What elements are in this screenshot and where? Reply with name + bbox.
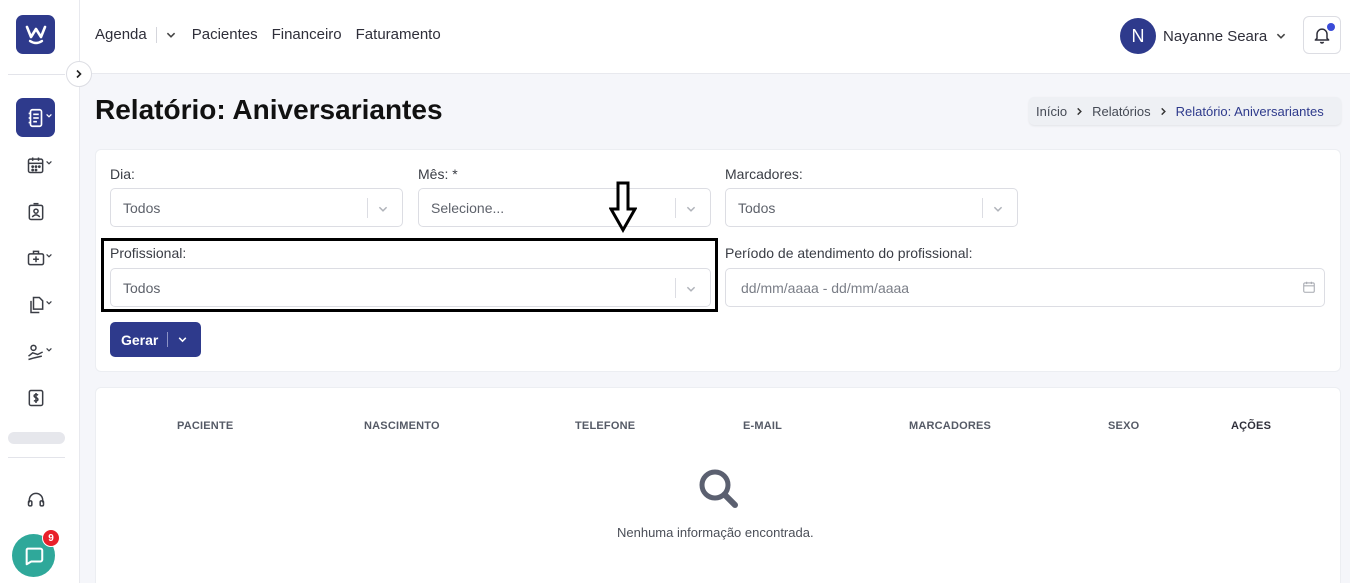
- sidebar-item-support[interactable]: [16, 480, 55, 519]
- select-divider: [367, 198, 368, 218]
- mes-select-placeholder: Selecione...: [431, 200, 505, 216]
- periodo-label: Período de atendimento do profissional:: [725, 245, 973, 261]
- chat-badge-count: 9: [42, 529, 60, 547]
- calendar-icon: [27, 157, 43, 173]
- top-navigation: Agenda Pacientes Financeiro Faturamento: [95, 26, 455, 43]
- page-title: Relatório: Aniversariantes: [95, 94, 443, 125]
- dia-select-value: Todos: [123, 200, 161, 216]
- breadcrumb-current: Relatório: Aniversariantes: [1175, 103, 1324, 119]
- patient-badge-icon: [28, 202, 43, 220]
- reports-icon: [28, 108, 42, 127]
- breadcrumb-relatorios[interactable]: Relatórios: [1092, 104, 1151, 119]
- breadcrumb: Início Relatórios Relatório: Aniversaria…: [1029, 97, 1341, 125]
- column-header-sexo[interactable]: SEXO: [1108, 420, 1139, 432]
- marcadores-select[interactable]: Todos: [725, 188, 1018, 227]
- profissional-select-value: Todos: [123, 280, 161, 296]
- chevron-down-icon[interactable]: [165, 29, 177, 41]
- calendar-icon: [1303, 281, 1315, 293]
- chevron-down-icon: [686, 286, 696, 292]
- chevron-down-icon: [46, 300, 52, 305]
- chevron-down-icon[interactable]: [177, 334, 188, 345]
- empty-state-message: Nenhuma informação encontrada.: [617, 525, 814, 540]
- sidebar-item-patients[interactable]: [16, 192, 55, 231]
- gerar-label: Gerar: [121, 331, 159, 348]
- marcadores-select-value: Todos: [738, 200, 776, 216]
- column-header-telefone[interactable]: TELEFONE: [575, 420, 635, 432]
- chevron-down-icon: [1277, 33, 1286, 39]
- mes-select[interactable]: Selecione...: [418, 188, 711, 227]
- search-icon: [699, 469, 738, 508]
- chevron-down-icon: [46, 253, 52, 258]
- notifications-button[interactable]: [1303, 16, 1341, 54]
- chevron-down-icon: [686, 206, 696, 212]
- chevron-down-icon: [993, 206, 1003, 212]
- profissional-select[interactable]: Todos: [110, 268, 711, 307]
- chevron-right-icon: [1077, 107, 1082, 115]
- sidebar-divider: [8, 74, 65, 75]
- dollar-document-icon: [28, 389, 43, 406]
- column-header-marcadores[interactable]: MARCADORES: [909, 420, 991, 432]
- notification-dot: [1327, 23, 1335, 31]
- select-divider: [675, 278, 676, 298]
- breadcrumb-inicio[interactable]: Início: [1036, 104, 1067, 119]
- chevron-down-icon: [46, 160, 52, 165]
- mes-label: Mês: *: [418, 166, 458, 182]
- breadcrumb-separator: [1075, 107, 1084, 116]
- sidebar-divider: [8, 457, 65, 458]
- nav-faturamento[interactable]: Faturamento: [356, 26, 441, 43]
- profissional-label: Profissional:: [110, 245, 187, 261]
- nav-financeiro[interactable]: Financeiro: [272, 26, 342, 43]
- nav-agenda[interactable]: Agenda: [95, 26, 147, 43]
- logo-icon: [25, 25, 46, 44]
- top-bar: Agenda Pacientes Financeiro Faturamento …: [80, 0, 1350, 74]
- sidebar-expand-button[interactable]: [66, 61, 92, 87]
- dia-select[interactable]: Todos: [110, 188, 403, 227]
- periodo-placeholder: dd/mm/aaaa - dd/mm/aaaa: [741, 280, 910, 296]
- chat-icon: [25, 547, 43, 565]
- sidebar-item-documents[interactable]: [16, 285, 55, 324]
- column-header-paciente[interactable]: PACIENTE: [177, 420, 233, 432]
- sidebar: 9: [0, 0, 80, 583]
- select-divider: [982, 198, 983, 218]
- chevron-down-icon: [46, 347, 52, 352]
- column-header-email[interactable]: E-MAIL: [743, 420, 782, 432]
- chevron-right-icon: [1160, 107, 1166, 115]
- sidebar-item-reports[interactable]: [16, 98, 55, 137]
- hand-coin-icon: [27, 344, 43, 360]
- down-arrow-annotation-icon: [609, 181, 637, 233]
- periodo-date-range-input[interactable]: dd/mm/aaaa - dd/mm/aaaa: [725, 268, 1325, 307]
- nav-separator: [155, 26, 157, 43]
- filter-card: [95, 149, 1341, 372]
- headset-icon: [27, 492, 44, 507]
- gerar-button[interactable]: Gerar: [110, 322, 201, 357]
- column-header-acoes: AÇÕES: [1231, 420, 1272, 432]
- chevron-down-icon: [46, 113, 52, 118]
- app-logo[interactable]: [16, 15, 55, 54]
- column-header-nascimento[interactable]: NASCIMENTO: [364, 420, 440, 432]
- chevron-down-icon: [378, 206, 388, 212]
- sidebar-item-finance[interactable]: [16, 378, 55, 417]
- sidebar-scroll[interactable]: [8, 432, 65, 444]
- breadcrumb-separator: [1159, 107, 1168, 116]
- select-divider: [675, 198, 676, 218]
- user-name: Nayanne Seara: [1163, 27, 1268, 45]
- dia-label: Dia:: [110, 166, 135, 182]
- avatar: N: [1120, 18, 1156, 54]
- button-separator: [167, 332, 169, 347]
- chevron-right-icon: [76, 69, 82, 79]
- sidebar-item-medical[interactable]: [16, 238, 55, 277]
- sidebar-item-agenda[interactable]: [16, 145, 55, 184]
- sidebar-item-handshake[interactable]: [16, 332, 55, 371]
- nav-pacientes[interactable]: Pacientes: [192, 26, 258, 43]
- user-menu[interactable]: N Nayanne Seara: [1120, 18, 1287, 54]
- medical-kit-icon: [27, 250, 44, 265]
- marcadores-label: Marcadores:: [725, 166, 803, 182]
- documents-icon: [29, 296, 43, 313]
